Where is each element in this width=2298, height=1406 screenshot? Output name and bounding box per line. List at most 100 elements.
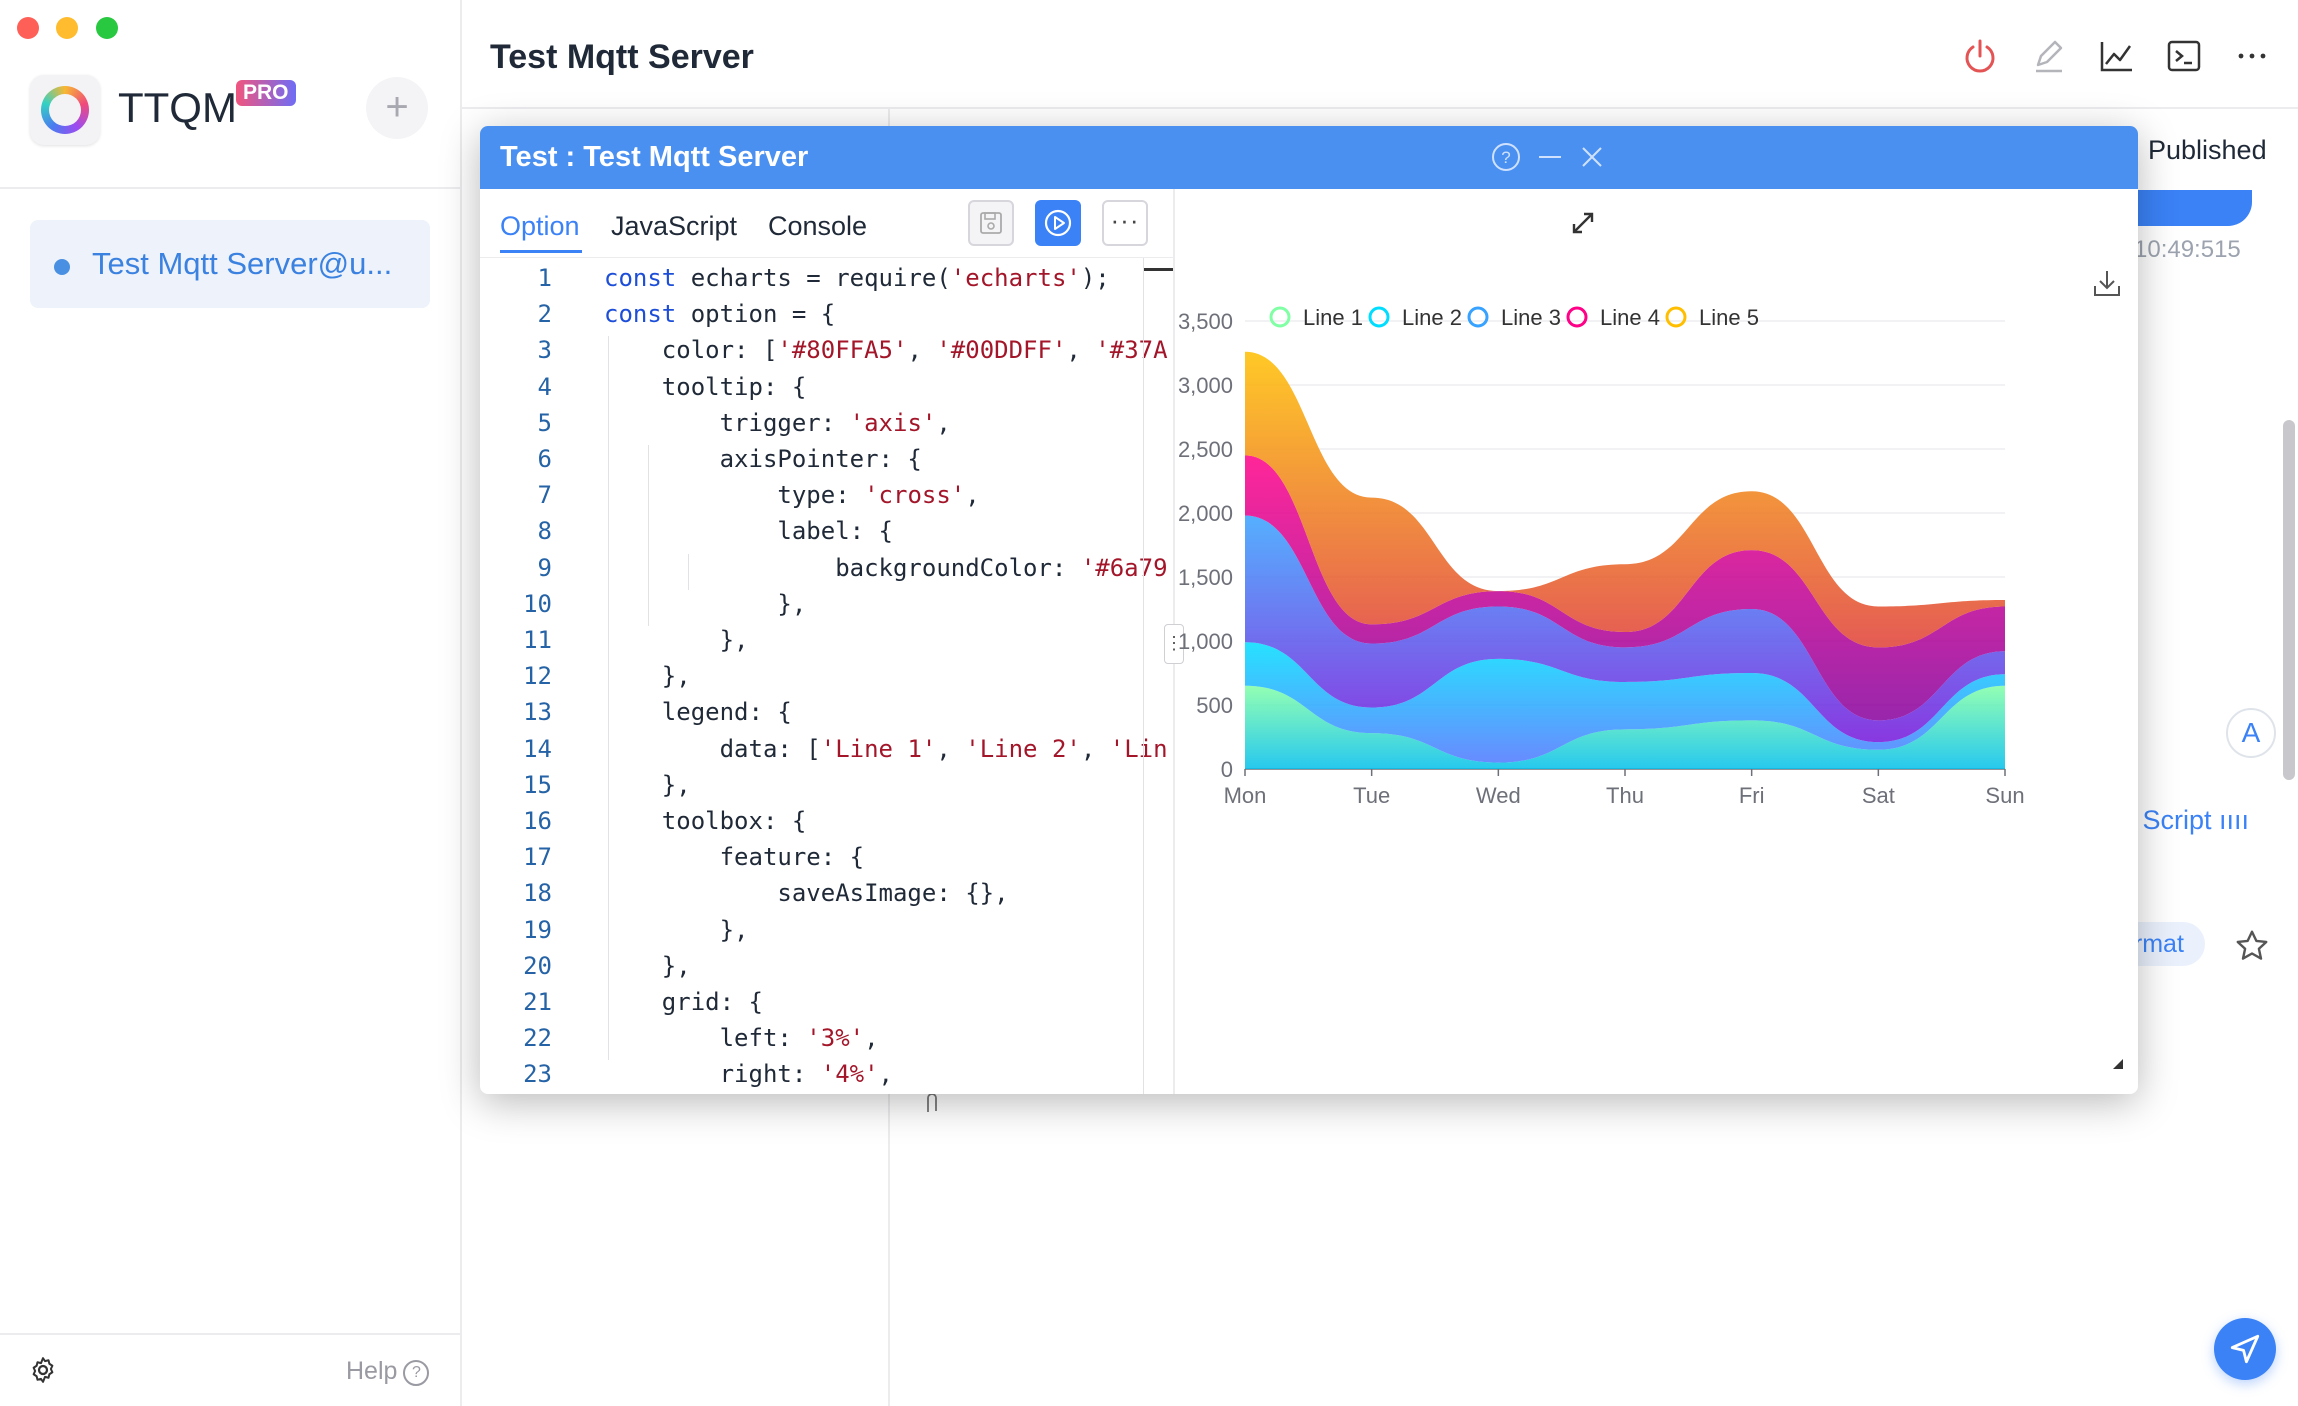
code-line: 5 trigger: 'axis', (480, 409, 1173, 445)
resize-handle (2113, 1059, 2123, 1069)
line-number: 11 (523, 626, 552, 654)
edit-icon[interactable] (2028, 36, 2068, 76)
code-text: data: ['Line 1', 'Line 2', 'Lin (604, 734, 1168, 763)
code-line: 14 data: ['Line 1', 'Line 2', 'Lin (480, 735, 1173, 771)
x-tick-label: Fri (1739, 783, 1765, 808)
code-line: 16 toolbox: { (480, 807, 1173, 843)
more-options-icon[interactable] (2232, 36, 2272, 76)
code-text: axisPointer: { (604, 445, 922, 473)
chart-icon[interactable] (2096, 36, 2136, 76)
more-button[interactable]: ··· (1102, 200, 1148, 246)
line-number: 2 (537, 300, 552, 329)
published-tab[interactable]: Published (2148, 135, 2267, 166)
code-text: toolbox: { (604, 807, 807, 835)
close-icon[interactable] (1576, 141, 1608, 173)
x-tick-label: Mon (1224, 783, 1267, 808)
code-text: }, (604, 951, 691, 980)
code-line: 8 label: { (480, 517, 1173, 553)
play-icon (1044, 209, 1072, 237)
code-line: 20 }, (480, 952, 1173, 988)
line-number: 7 (537, 481, 552, 510)
code-line: 3 color: ['#80FFA5', '#00DDFF', '#37A (480, 336, 1173, 372)
dialog-title: Test : Test Mqtt Server (500, 141, 809, 173)
attachment-icon[interactable] (920, 1090, 944, 1118)
code-line: 15 }, (480, 771, 1173, 807)
help-link[interactable]: Help? (346, 1357, 430, 1386)
line-number: 12 (523, 662, 552, 691)
code-text: }, (604, 662, 691, 691)
star-icon[interactable] (2234, 928, 2270, 964)
run-button[interactable] (1035, 200, 1081, 246)
send-icon (2230, 1334, 2260, 1364)
save-button[interactable] (968, 200, 1014, 246)
code-text: label: { (604, 517, 893, 546)
code-line: 9 backgroundColor: '#6a79 (480, 554, 1173, 590)
window-zoom-button[interactable] (96, 17, 118, 39)
code-text: tooltip: { (604, 372, 807, 401)
code-text: legend: { (604, 698, 792, 727)
code-text: trigger: 'axis', (604, 408, 951, 437)
code-text: saveAsImage: {}, (604, 879, 1009, 908)
code-line: 19 }, (480, 916, 1173, 952)
line-number: 16 (523, 807, 552, 835)
scrollbar[interactable] (2283, 420, 2295, 780)
y-tick-label: 2,500 (1178, 437, 1233, 462)
code-line: 17 feature: { (480, 843, 1173, 879)
avatar-button[interactable]: A (2226, 708, 2276, 758)
dialog-header[interactable]: Test : Test Mqtt Server ? (480, 126, 2138, 189)
line-number: 6 (537, 445, 552, 473)
code-text: const option = { (604, 300, 836, 329)
code-text: color: ['#80FFA5', '#00DDFF', '#37A (604, 336, 1168, 365)
power-icon[interactable] (1960, 36, 2000, 76)
stacked-area-chart: 0 500 1,000 1,500 2,000 2,500 3,000 3,500 Mon Tue… (1178, 305, 2123, 1069)
code-line: 10 }, (480, 590, 1173, 626)
line-number: 23 (523, 1060, 552, 1089)
x-tick-label: Tue (1353, 783, 1390, 808)
connection-status-dot (54, 259, 70, 275)
connection-item[interactable]: Test Mqtt Server@u... (30, 220, 430, 308)
code-editor[interactable]: 1 const echarts = require('echarts'); 2 con… (480, 258, 1173, 1094)
divider (0, 1333, 460, 1335)
y-tick-label: 1,000 (1178, 629, 1233, 654)
code-line: 6 axisPointer: { (480, 445, 1173, 481)
window-close-button[interactable] (17, 17, 39, 39)
line-number: 8 (537, 517, 552, 546)
window-minimize-button[interactable] (56, 17, 78, 39)
send-button[interactable] (2214, 1318, 2276, 1380)
tab-option[interactable]: Option (500, 211, 580, 242)
settings-gear-icon[interactable] (28, 1355, 58, 1385)
page-title: Test Mqtt Server (490, 38, 754, 76)
question-circle-icon: ? (403, 1360, 430, 1386)
y-tick-label: 0 (1221, 757, 1233, 782)
tab-javascript[interactable]: JavaScript (611, 211, 737, 242)
legend-label: Line 4 (1600, 305, 1660, 330)
script-label[interactable]: n Script ıııı (2120, 805, 2249, 836)
expand-icon[interactable] (1566, 206, 1600, 240)
line-number: 9 (537, 553, 552, 582)
download-icon[interactable] (2092, 268, 2122, 298)
tab-console[interactable]: Console (768, 211, 867, 242)
legend-marker (1368, 306, 1390, 328)
line-number: 21 (523, 988, 552, 1016)
add-connection-button[interactable]: + (366, 77, 428, 139)
line-number: 22 (523, 1024, 552, 1053)
terminal-icon[interactable] (2164, 36, 2204, 76)
y-tick-label: 1,500 (1178, 565, 1233, 590)
help-icon[interactable]: ? (1490, 141, 1522, 173)
y-tick-label: 3,000 (1178, 373, 1233, 398)
legend-marker (1566, 306, 1588, 328)
code-text: feature: { (604, 843, 865, 872)
x-tick-label: Wed (1476, 783, 1521, 808)
connection-label: Test Mqtt Server@u... (92, 246, 393, 281)
line-number: 10 (523, 589, 552, 618)
line-number: 14 (523, 734, 552, 763)
code-line: 22 left: '3%', (480, 1024, 1173, 1060)
code-line: 11 }, (480, 626, 1173, 662)
code-line: 23 right: '4%', (480, 1060, 1173, 1094)
code-line: 1 const echarts = require('echarts'); (480, 264, 1173, 300)
minimize-icon[interactable] (1534, 141, 1566, 173)
line-number: 20 (523, 951, 552, 980)
line-number: 19 (523, 915, 552, 944)
app-name: TTQM (118, 84, 237, 131)
series-area-line-5 (1245, 351, 2005, 648)
